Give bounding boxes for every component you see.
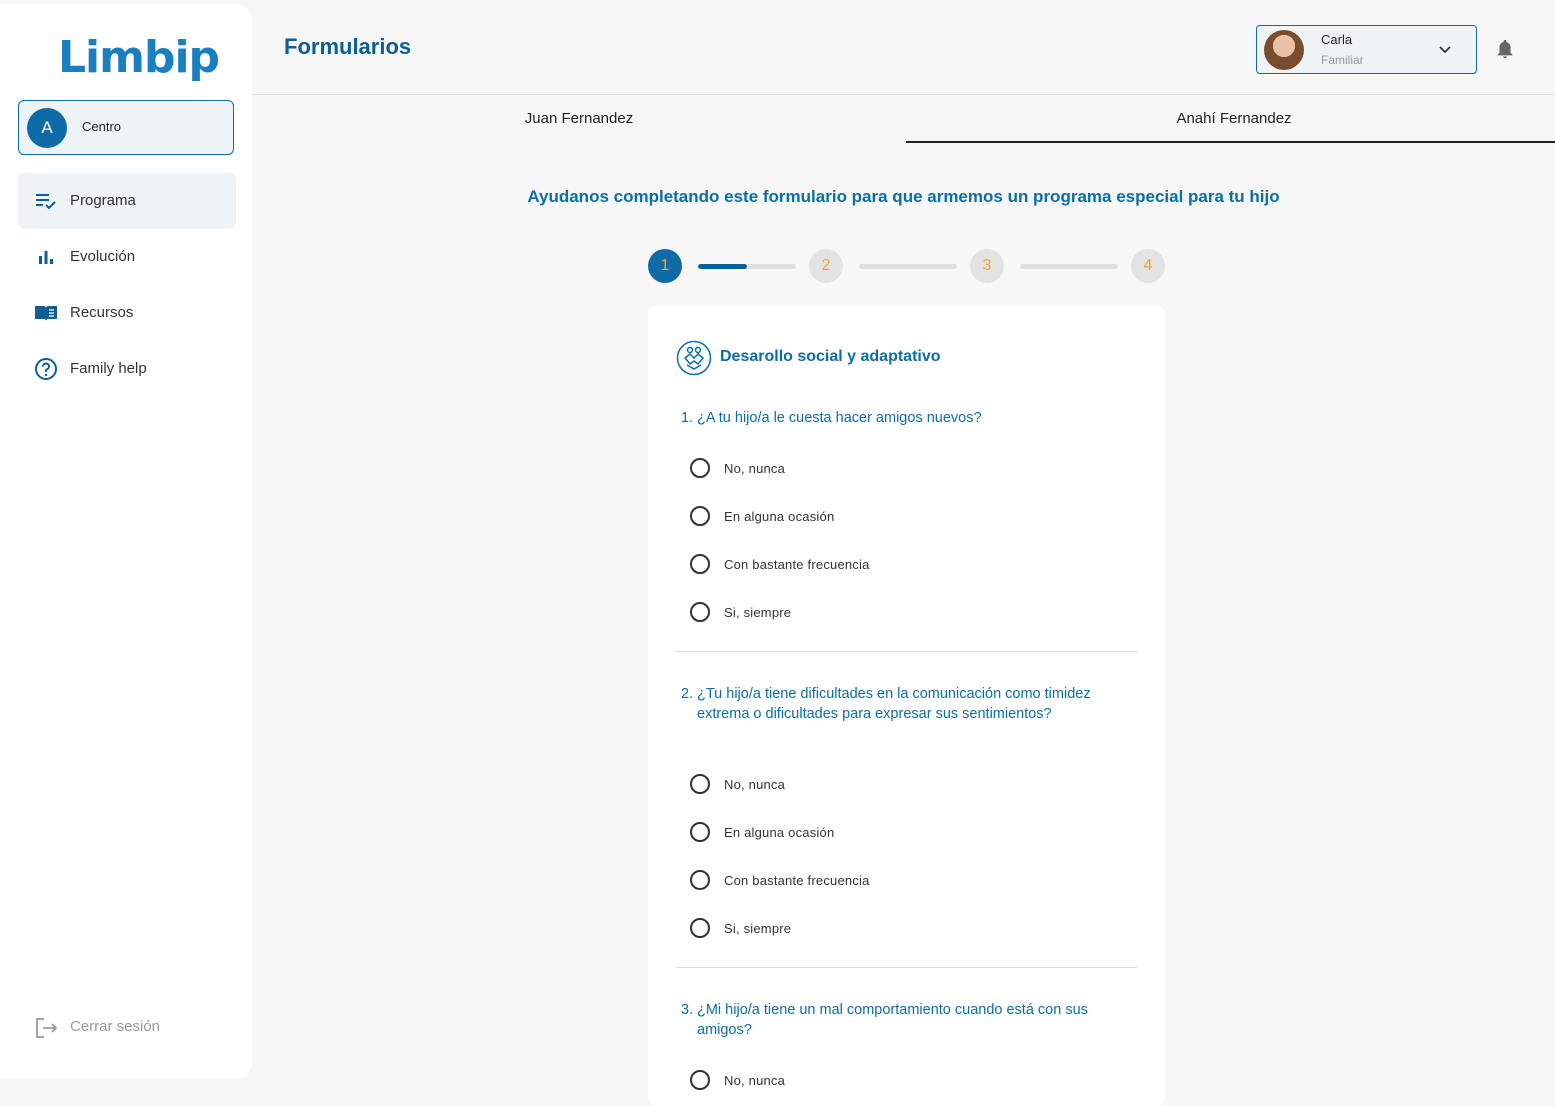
question-text: ¿Mi hijo/a tiene un mal comportamiento c…: [697, 1002, 1088, 1038]
chevron-down-icon: [1439, 46, 1451, 54]
question-1: 1. ¿A tu hijo/a le cuesta hacer amigos n…: [681, 408, 1121, 428]
question-number: 3.: [681, 1002, 694, 1018]
sidebar: Limbip A Centro Programa Evolución Recur…: [0, 4, 252, 1079]
question-3: 3. ¿Mi hijo/a tiene un mal comportamient…: [681, 1000, 1121, 1040]
center-label: Centro: [82, 119, 122, 134]
question-text: ¿Tu hijo/a tiene dificultades en la comu…: [697, 686, 1091, 722]
bell-icon[interactable]: [1494, 38, 1516, 60]
step-1[interactable]: 1: [648, 249, 682, 283]
radio-button[interactable]: [690, 1070, 710, 1090]
question-divider: [676, 967, 1137, 968]
step-progress-bar-2: [859, 264, 957, 269]
option-q1-con-bastante-frecuencia[interactable]: Con bastante frecuencia: [690, 554, 870, 574]
sidebar-item-programa[interactable]: Programa: [18, 173, 236, 229]
bar-chart-icon: [39, 251, 53, 264]
radio-button[interactable]: [690, 602, 710, 622]
radio-button[interactable]: [690, 822, 710, 842]
step-progress-bar-1: [698, 264, 796, 269]
option-q3-no-nunca[interactable]: No, nunca: [690, 1070, 785, 1090]
option-label: No, nunca: [724, 776, 786, 792]
option-q2-no-nunca[interactable]: No, nunca: [690, 774, 785, 794]
sidebar-item-family-help[interactable]: Family help: [18, 341, 236, 397]
page-title: Formularios: [284, 34, 412, 59]
sidebar-item-label: Programa: [70, 192, 136, 209]
option-label: Si, siempre: [724, 604, 792, 620]
option-label: No, nunca: [724, 1072, 786, 1088]
tab-selected-indicator: [906, 141, 1555, 143]
sidebar-item-recursos[interactable]: Recursos: [18, 285, 236, 341]
option-label: En alguna ocasión: [724, 824, 835, 840]
sidebar-item-evolucion[interactable]: Evolución: [18, 229, 236, 285]
avatar: [1264, 30, 1304, 70]
logout-button[interactable]: Cerrar sesión: [18, 1004, 236, 1050]
question-text: ¿A tu hijo/a le cuesta hacer amigos nuev…: [697, 410, 982, 426]
step-progress-fill: [698, 264, 747, 269]
radio-button[interactable]: [690, 918, 710, 938]
book-icon: [35, 306, 57, 321]
user-name: Carla: [1321, 32, 1353, 47]
option-label: En alguna ocasión: [724, 508, 835, 524]
step-2[interactable]: 2: [809, 249, 843, 283]
header-divider: [252, 94, 1555, 95]
question-2: 2. ¿Tu hijo/a tiene dificultades en la c…: [681, 684, 1121, 724]
center-avatar: A: [27, 108, 67, 148]
step-4[interactable]: 4: [1131, 249, 1165, 283]
radio-button[interactable]: [690, 554, 710, 574]
checklist-icon: [36, 194, 56, 210]
question-number: 1.: [681, 410, 694, 426]
tab-anahi-fernandez[interactable]: Anahí Fernandez: [1134, 110, 1334, 127]
option-label: No, nunca: [724, 460, 786, 476]
help-circle-icon: [35, 358, 57, 380]
user-menu[interactable]: Carla Familiar: [1256, 25, 1477, 74]
form-subtitle: Ayudanos completando este formulario par…: [527, 187, 1280, 206]
step-progress-bar-3: [1020, 264, 1118, 269]
question-number: 2.: [681, 686, 694, 702]
step-3[interactable]: 3: [970, 249, 1004, 283]
sidebar-item-label: Family help: [70, 360, 147, 377]
sidebar-item-label: Recursos: [70, 304, 134, 321]
option-q1-en-alguna-ocasion[interactable]: En alguna ocasión: [690, 506, 834, 526]
option-q2-en-alguna-ocasion[interactable]: En alguna ocasión: [690, 822, 834, 842]
radio-button[interactable]: [690, 458, 710, 478]
tab-juan-fernandez[interactable]: Juan Fernandez: [479, 110, 679, 127]
handshake-icon: [676, 340, 712, 376]
user-role: Familiar: [1321, 53, 1364, 67]
logout-label: Cerrar sesión: [70, 1018, 161, 1035]
radio-button[interactable]: [690, 870, 710, 890]
option-label: Si, siempre: [724, 920, 792, 936]
option-q1-si-siempre[interactable]: Si, siempre: [690, 602, 791, 622]
question-divider: [676, 651, 1137, 652]
limbip-logo[interactable]: Limbip: [58, 32, 220, 83]
option-q1-no-nunca[interactable]: No, nunca: [690, 458, 785, 478]
radio-button[interactable]: [690, 774, 710, 794]
section-title: Desarollo social y adaptativo: [720, 348, 941, 365]
option-q2-si-siempre[interactable]: Si, siempre: [690, 918, 791, 938]
sidebar-item-label: Evolución: [70, 248, 136, 265]
logout-icon: [36, 1018, 58, 1038]
center-selector[interactable]: A Centro: [18, 100, 234, 155]
option-q2-con-bastante-frecuencia[interactable]: Con bastante frecuencia: [690, 870, 870, 890]
option-label: Con bastante frecuencia: [724, 872, 870, 888]
option-label: Con bastante frecuencia: [724, 556, 870, 572]
radio-button[interactable]: [690, 506, 710, 526]
